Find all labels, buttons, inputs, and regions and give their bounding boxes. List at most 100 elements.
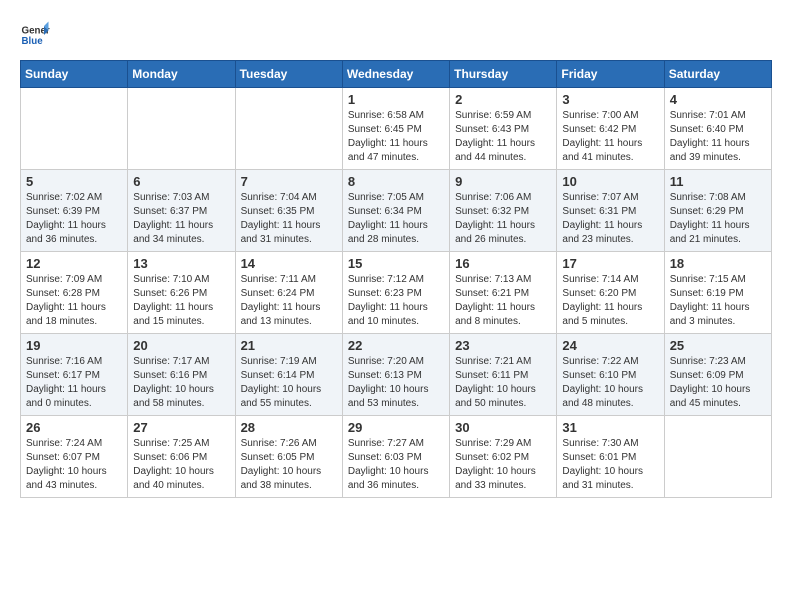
day-number: 21 xyxy=(241,338,337,353)
calendar-cell: 11Sunrise: 7:08 AM Sunset: 6:29 PM Dayli… xyxy=(664,170,771,252)
calendar-cell: 24 Sunrise: 7:22 AM Sunset: 6:10 PM Dayli… xyxy=(557,334,664,416)
logo: General Blue xyxy=(20,20,50,50)
day-number: 6 xyxy=(133,174,229,189)
calendar-cell: 22 Sunrise: 7:20 AM Sunset: 6:13 PM Dayli… xyxy=(342,334,449,416)
day-info: Sunrise: 7:26 AM Sunset: 6:05 PM Dayligh… xyxy=(241,437,337,493)
day-number: 23 xyxy=(455,338,551,353)
day-info: Sunrise: 7:20 AM Sunset: 6:13 PM Dayligh… xyxy=(348,355,444,411)
page-header: General Blue xyxy=(20,20,772,50)
day-number: 7 xyxy=(241,174,337,189)
calendar-cell: 23 Sunrise: 7:21 AM Sunset: 6:11 PM Dayli… xyxy=(450,334,557,416)
day-info: Sunrise: 7:03 AM Sunset: 6:37 PM Dayligh… xyxy=(133,191,229,247)
calendar-cell: 15 Sunrise: 7:12 AM Sunset: 6:23 PM Dayli… xyxy=(342,252,449,334)
day-info: Sunrise: 7:24 AM Sunset: 6:07 PM Dayligh… xyxy=(26,437,122,493)
calendar-cell: 6 Sunrise: 7:03 AM Sunset: 6:37 PM Daylig… xyxy=(128,170,235,252)
day-info: Sunrise: 7:22 AM Sunset: 6:10 PM Dayligh… xyxy=(562,355,658,411)
calendar-cell xyxy=(664,416,771,498)
weekday-header-friday: Friday xyxy=(557,61,664,88)
day-info: Sunrise: 7:25 AM Sunset: 6:06 PM Dayligh… xyxy=(133,437,229,493)
day-info: Sunrise: 7:30 AM Sunset: 6:01 PM Dayligh… xyxy=(562,437,658,493)
calendar-cell: 10Sunrise: 7:07 AM Sunset: 6:31 PM Dayli… xyxy=(557,170,664,252)
day-info: Sunrise: 6:58 AM Sunset: 6:45 PM Dayligh… xyxy=(348,109,444,165)
day-info: Sunrise: 7:01 AM Sunset: 6:40 PM Dayligh… xyxy=(670,109,766,165)
weekday-header-row: SundayMondayTuesdayWednesdayThursdayFrid… xyxy=(21,61,772,88)
calendar-cell: 27 Sunrise: 7:25 AM Sunset: 6:06 PM Dayli… xyxy=(128,416,235,498)
calendar-cell: 25 Sunrise: 7:23 AM Sunset: 6:09 PM Dayli… xyxy=(664,334,771,416)
day-number: 17 xyxy=(562,256,658,271)
day-number: 16 xyxy=(455,256,551,271)
calendar-cell: 2 Sunrise: 6:59 AM Sunset: 6:43 PM Daylig… xyxy=(450,88,557,170)
day-number: 26 xyxy=(26,420,122,435)
calendar-cell: 16 Sunrise: 7:13 AM Sunset: 6:21 PM Dayli… xyxy=(450,252,557,334)
calendar-week-0: 1 Sunrise: 6:58 AM Sunset: 6:45 PM Daylig… xyxy=(21,88,772,170)
calendar-cell: 3 Sunrise: 7:00 AM Sunset: 6:42 PM Daylig… xyxy=(557,88,664,170)
weekday-header-wednesday: Wednesday xyxy=(342,61,449,88)
calendar-cell: 8 Sunrise: 7:05 AM Sunset: 6:34 PM Daylig… xyxy=(342,170,449,252)
day-info: Sunrise: 7:16 AM Sunset: 6:17 PM Dayligh… xyxy=(26,355,122,411)
svg-text:Blue: Blue xyxy=(22,36,44,47)
day-number: 28 xyxy=(241,420,337,435)
calendar-cell: 1 Sunrise: 6:58 AM Sunset: 6:45 PM Daylig… xyxy=(342,88,449,170)
calendar-cell: 13 Sunrise: 7:10 AM Sunset: 6:26 PM Dayli… xyxy=(128,252,235,334)
day-info: Sunrise: 7:17 AM Sunset: 6:16 PM Dayligh… xyxy=(133,355,229,411)
day-number: 3 xyxy=(562,92,658,107)
calendar-cell: 14 Sunrise: 7:11 AM Sunset: 6:24 PM Dayli… xyxy=(235,252,342,334)
day-info: Sunrise: 7:21 AM Sunset: 6:11 PM Dayligh… xyxy=(455,355,551,411)
calendar-cell: 19 Sunrise: 7:16 AM Sunset: 6:17 PM Dayli… xyxy=(21,334,128,416)
day-info: Sunrise: 7:06 AM Sunset: 6:32 PM Dayligh… xyxy=(455,191,551,247)
day-info: Sunrise: 7:29 AM Sunset: 6:02 PM Dayligh… xyxy=(455,437,551,493)
calendar-week-1: 5Sunrise: 7:02 AM Sunset: 6:39 PM Daylig… xyxy=(21,170,772,252)
day-info: Sunrise: 7:15 AM Sunset: 6:19 PM Dayligh… xyxy=(670,273,766,329)
logo-icon: General Blue xyxy=(20,20,50,50)
day-info: Sunrise: 7:08 AM Sunset: 6:29 PM Dayligh… xyxy=(670,191,766,247)
calendar-cell: 5Sunrise: 7:02 AM Sunset: 6:39 PM Daylig… xyxy=(21,170,128,252)
day-info: Sunrise: 6:59 AM Sunset: 6:43 PM Dayligh… xyxy=(455,109,551,165)
day-number: 12 xyxy=(26,256,122,271)
calendar-table: SundayMondayTuesdayWednesdayThursdayFrid… xyxy=(20,60,772,498)
day-info: Sunrise: 7:12 AM Sunset: 6:23 PM Dayligh… xyxy=(348,273,444,329)
day-number: 5 xyxy=(26,174,122,189)
day-info: Sunrise: 7:14 AM Sunset: 6:20 PM Dayligh… xyxy=(562,273,658,329)
day-number: 31 xyxy=(562,420,658,435)
day-number: 22 xyxy=(348,338,444,353)
weekday-header-sunday: Sunday xyxy=(21,61,128,88)
day-info: Sunrise: 7:09 AM Sunset: 6:28 PM Dayligh… xyxy=(26,273,122,329)
calendar-cell: 18 Sunrise: 7:15 AM Sunset: 6:19 PM Dayli… xyxy=(664,252,771,334)
day-number: 19 xyxy=(26,338,122,353)
day-info: Sunrise: 7:00 AM Sunset: 6:42 PM Dayligh… xyxy=(562,109,658,165)
day-info: Sunrise: 7:13 AM Sunset: 6:21 PM Dayligh… xyxy=(455,273,551,329)
day-info: Sunrise: 7:11 AM Sunset: 6:24 PM Dayligh… xyxy=(241,273,337,329)
day-number: 13 xyxy=(133,256,229,271)
calendar-cell: 4 Sunrise: 7:01 AM Sunset: 6:40 PM Daylig… xyxy=(664,88,771,170)
day-info: Sunrise: 7:27 AM Sunset: 6:03 PM Dayligh… xyxy=(348,437,444,493)
calendar-cell: 31 Sunrise: 7:30 AM Sunset: 6:01 PM Dayli… xyxy=(557,416,664,498)
day-number: 4 xyxy=(670,92,766,107)
calendar-cell: 7Sunrise: 7:04 AM Sunset: 6:35 PM Daylig… xyxy=(235,170,342,252)
calendar-cell: 20Sunrise: 7:17 AM Sunset: 6:16 PM Dayli… xyxy=(128,334,235,416)
day-number: 10 xyxy=(562,174,658,189)
day-number: 18 xyxy=(670,256,766,271)
calendar-cell: 12 Sunrise: 7:09 AM Sunset: 6:28 PM Dayli… xyxy=(21,252,128,334)
calendar-cell: 17 Sunrise: 7:14 AM Sunset: 6:20 PM Dayli… xyxy=(557,252,664,334)
day-info: Sunrise: 7:05 AM Sunset: 6:34 PM Dayligh… xyxy=(348,191,444,247)
day-number: 8 xyxy=(348,174,444,189)
calendar-week-2: 12 Sunrise: 7:09 AM Sunset: 6:28 PM Dayli… xyxy=(21,252,772,334)
calendar-cell xyxy=(21,88,128,170)
day-info: Sunrise: 7:23 AM Sunset: 6:09 PM Dayligh… xyxy=(670,355,766,411)
day-number: 1 xyxy=(348,92,444,107)
day-number: 25 xyxy=(670,338,766,353)
calendar-week-3: 19 Sunrise: 7:16 AM Sunset: 6:17 PM Dayli… xyxy=(21,334,772,416)
calendar-cell: 9 Sunrise: 7:06 AM Sunset: 6:32 PM Daylig… xyxy=(450,170,557,252)
day-number: 15 xyxy=(348,256,444,271)
weekday-header-monday: Monday xyxy=(128,61,235,88)
day-number: 2 xyxy=(455,92,551,107)
day-number: 30 xyxy=(455,420,551,435)
calendar-cell xyxy=(235,88,342,170)
day-number: 24 xyxy=(562,338,658,353)
calendar-cell xyxy=(128,88,235,170)
calendar-week-4: 26 Sunrise: 7:24 AM Sunset: 6:07 PM Dayli… xyxy=(21,416,772,498)
day-number: 9 xyxy=(455,174,551,189)
day-number: 14 xyxy=(241,256,337,271)
day-number: 27 xyxy=(133,420,229,435)
day-info: Sunrise: 7:10 AM Sunset: 6:26 PM Dayligh… xyxy=(133,273,229,329)
